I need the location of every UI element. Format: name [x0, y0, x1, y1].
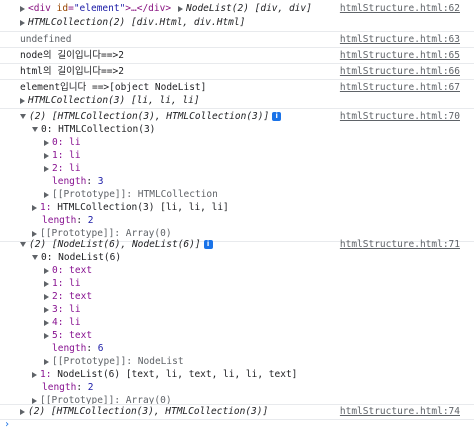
- info-icon[interactable]: i: [203, 240, 213, 249]
- tree-item-length: length: 2: [42, 382, 94, 393]
- expand-arrow-icon[interactable]: [32, 204, 37, 211]
- expand-arrow-icon[interactable]: [44, 306, 49, 313]
- tree-item-label[interactable]: 0: HTMLCollection(3): [41, 124, 155, 135]
- collapse-arrow-icon[interactable]: [20, 114, 26, 119]
- source-link[interactable]: htmlStructure.html:67: [340, 81, 460, 94]
- log-row-element: <div id="element">…</div> NodeList(2) [d…: [0, 2, 474, 15]
- tree-item: 4: li: [0, 316, 474, 329]
- expand-arrow-icon[interactable]: [20, 408, 25, 415]
- tree-item: 1: NodeList(6) [text, li, text, li, li, …: [0, 368, 474, 381]
- expand-arrow-icon[interactable]: [178, 5, 183, 12]
- expand-arrow-icon[interactable]: [44, 191, 49, 198]
- tree-item: 0: HTMLCollection(3): [0, 123, 474, 136]
- tree-item-label[interactable]: 1: li: [52, 150, 81, 161]
- collapse-arrow-icon[interactable]: [32, 255, 38, 260]
- tree-item-label[interactable]: NodeList(6) [text, li, text, li, li, tex…: [57, 369, 297, 380]
- tree-item-length: length: 6: [52, 343, 104, 354]
- array-preview[interactable]: (2) [HTMLCollection(3), HTMLCollection(3…: [29, 111, 269, 122]
- htmlcollection-preview[interactable]: HTMLCollection(3) [li, li, li]: [28, 95, 200, 106]
- array-preview[interactable]: (2) [HTMLCollection(3), HTMLCollection(3…: [28, 406, 268, 417]
- expand-arrow-icon[interactable]: [44, 165, 49, 172]
- expand-arrow-icon[interactable]: [20, 97, 25, 104]
- expand-arrow-icon[interactable]: [32, 230, 37, 237]
- log-row-element-nodelist: element입니다 ==>[object NodeList] htmlStru…: [0, 81, 474, 94]
- expand-arrow-icon[interactable]: [32, 371, 37, 378]
- expand-arrow-icon[interactable]: [44, 332, 49, 339]
- tree-item-label[interactable]: 0: NodeList(6): [41, 252, 121, 263]
- info-icon[interactable]: i: [272, 112, 282, 121]
- attr-name: id: [56, 3, 69, 14]
- htmlcollection-preview[interactable]: HTMLCollection(2) [div.Html, div.Html]: [28, 17, 245, 28]
- expand-arrow-icon[interactable]: [44, 280, 49, 287]
- tree-item-label[interactable]: 5: text: [52, 330, 92, 341]
- tree-item: 1: HTMLCollection(3) [li, li, li]: [0, 201, 474, 214]
- source-link[interactable]: htmlStructure.html:63: [340, 33, 460, 46]
- array-preview[interactable]: (2) [NodeList(6), NodeList(6)]: [29, 239, 201, 250]
- tree-item: 0: li: [0, 136, 474, 149]
- tree-item-label[interactable]: 2: text: [52, 291, 92, 302]
- attr-value: "element": [73, 3, 126, 14]
- log-row-htmlcollection: HTMLCollection(2) [div.Html, div.Html]: [0, 16, 474, 29]
- log-row-undefined: undefined htmlStructure.html:63: [0, 33, 474, 46]
- tree-item-label[interactable]: 0: li: [52, 137, 81, 148]
- tree-item-length: length: 3: [52, 176, 104, 187]
- source-link[interactable]: htmlStructure.html:71: [340, 238, 460, 251]
- tree-item: 5: text: [0, 329, 474, 342]
- collapse-arrow-icon[interactable]: [32, 127, 38, 132]
- tree-item-label[interactable]: 3: li: [52, 304, 81, 315]
- tree-item-length: length: 2: [42, 215, 94, 226]
- expand-arrow-icon[interactable]: [44, 267, 49, 274]
- expand-arrow-icon[interactable]: [44, 358, 49, 365]
- tree-item: 1: li: [0, 149, 474, 162]
- expand-arrow-icon[interactable]: [32, 397, 37, 404]
- element-tag-rest: >…</div>: [125, 3, 172, 14]
- tree-item: 3: li: [0, 303, 474, 316]
- source-link[interactable]: htmlStructure.html:66: [340, 65, 460, 78]
- tree-item: 2: li: [0, 162, 474, 175]
- tree-item: 0: NodeList(6): [0, 251, 474, 264]
- log-group-htmlcollections: (2) [HTMLCollection(3), HTMLCollection(3…: [0, 110, 474, 123]
- prompt-chevron-icon: ›: [4, 419, 11, 430]
- prototype-label[interactable]: [[Prototype]]: NodeList: [52, 356, 184, 367]
- element-tag[interactable]: <div: [28, 3, 51, 14]
- log-row-htmlcollection-li: HTMLCollection(3) [li, li, li]: [0, 94, 474, 107]
- log-row-node-length: node의 길이입니다==>2 htmlStructure.html:65: [0, 49, 474, 62]
- tree-item-label[interactable]: HTMLCollection(3) [li, li, li]: [57, 202, 229, 213]
- tree-item-prototype: [[Prototype]]: NodeList: [0, 355, 474, 368]
- expand-arrow-icon[interactable]: [20, 19, 25, 26]
- expand-arrow-icon[interactable]: [20, 5, 25, 12]
- tree-item-label[interactable]: 1: li: [52, 278, 81, 289]
- expand-arrow-icon[interactable]: [44, 152, 49, 159]
- log-message: node의 길이입니다==>2: [20, 50, 124, 61]
- prototype-label[interactable]: [[Prototype]]: HTMLCollection: [52, 189, 218, 200]
- source-link[interactable]: htmlStructure.html:62: [340, 2, 460, 15]
- tree-item-label[interactable]: 4: li: [52, 317, 81, 328]
- tree-item-label[interactable]: 2: li: [52, 163, 81, 174]
- tree-item: 2: text: [0, 290, 474, 303]
- tree-item-prototype: [[Prototype]]: HTMLCollection: [0, 188, 474, 201]
- tree-item-label[interactable]: 0: text: [52, 265, 92, 276]
- nodelist-preview[interactable]: NodeList(2) [div, div]: [186, 3, 312, 14]
- undefined-value: undefined: [20, 34, 72, 45]
- tree-item: 1: li: [0, 277, 474, 290]
- expand-arrow-icon[interactable]: [44, 319, 49, 326]
- source-link[interactable]: htmlStructure.html:70: [340, 110, 460, 123]
- log-message: html의 길이입니다==>2: [20, 66, 124, 77]
- source-link[interactable]: htmlStructure.html:74: [340, 405, 460, 418]
- console-prompt[interactable]: ›: [0, 418, 474, 431]
- expand-arrow-icon[interactable]: [44, 139, 49, 146]
- collapse-arrow-icon[interactable]: [20, 242, 26, 247]
- expand-arrow-icon[interactable]: [44, 293, 49, 300]
- log-group-nodelists: (2) [NodeList(6), NodeList(6)] i htmlStru…: [0, 238, 474, 251]
- log-group-htmlcollections-collapsed: (2) [HTMLCollection(3), HTMLCollection(3…: [0, 405, 474, 418]
- tree-item: 0: text: [0, 264, 474, 277]
- log-message: element입니다 ==>[object NodeList]: [20, 82, 207, 93]
- source-link[interactable]: htmlStructure.html:65: [340, 49, 460, 62]
- log-row-html-length: html의 길이입니다==>2 htmlStructure.html:66: [0, 65, 474, 78]
